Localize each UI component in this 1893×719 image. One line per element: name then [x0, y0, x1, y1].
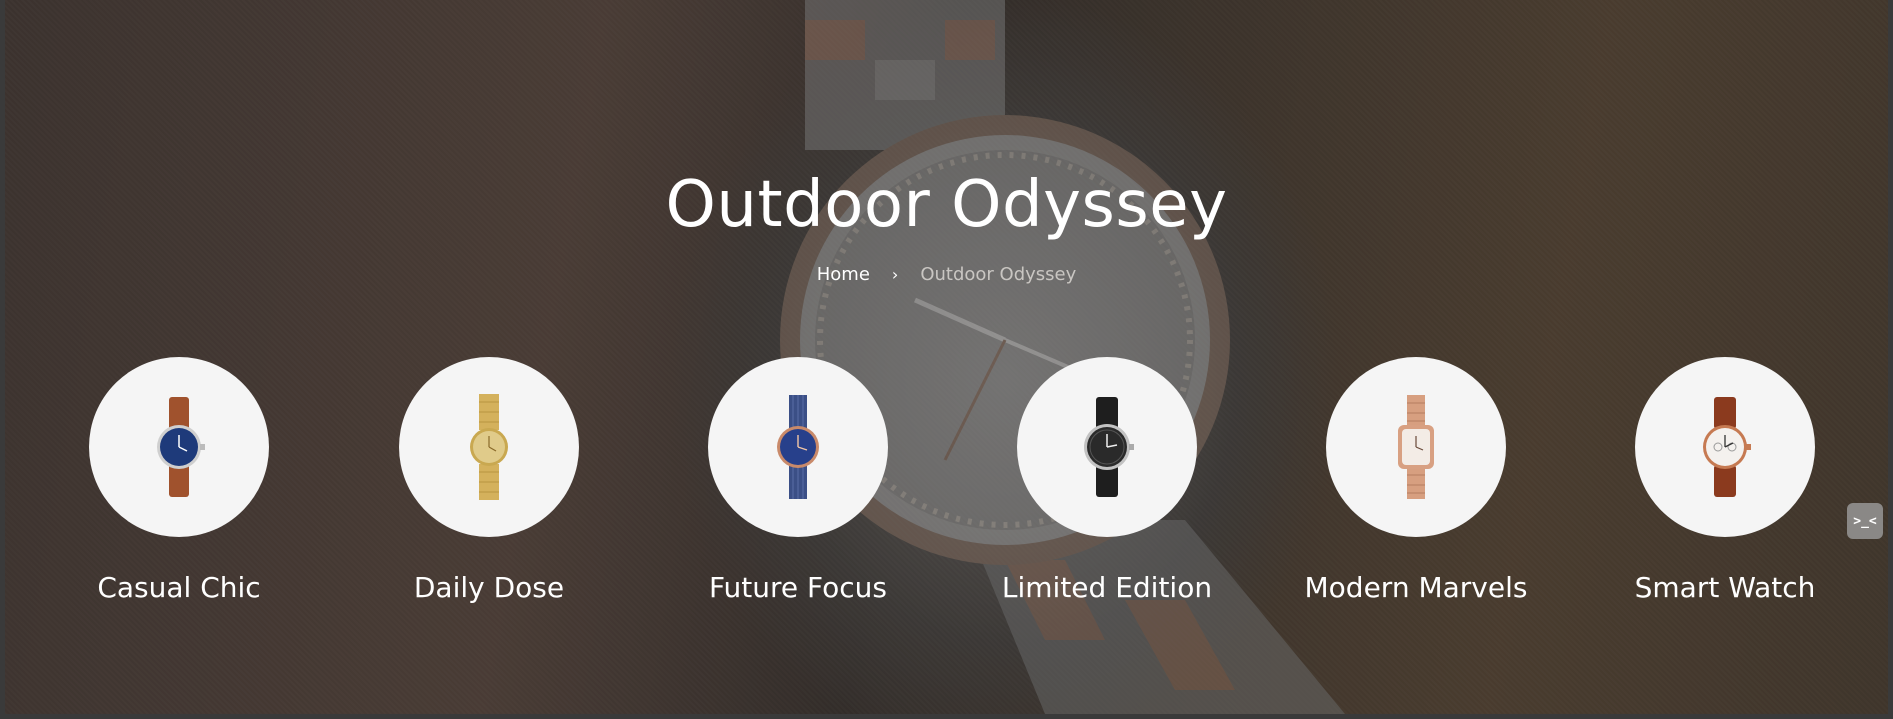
- gold-bracelet-watch-icon: [470, 394, 508, 500]
- window-frame-bottom: [0, 714, 1893, 719]
- black-leather-watch-icon: [1084, 397, 1134, 497]
- category-modern-marvels[interactable]: Modern Marvels: [1286, 357, 1546, 604]
- category-future-focus[interactable]: Future Focus: [668, 357, 928, 604]
- window-frame-right: [1888, 0, 1893, 719]
- category-casual-chic[interactable]: Casual Chic: [49, 357, 309, 604]
- breadcrumb-current: Outdoor Odyssey: [920, 264, 1077, 285]
- blue-mesh-watch-icon: [777, 395, 819, 499]
- breadcrumb: Home › Outdoor Odyssey: [5, 264, 1888, 285]
- category-daily-dose[interactable]: Daily Dose: [359, 357, 619, 604]
- category-thumbnail: [1017, 357, 1197, 537]
- category-label: Daily Dose: [413, 571, 565, 604]
- category-limited-edition[interactable]: Limited Edition: [977, 357, 1237, 604]
- rose-gold-rectangular-watch-icon: [1398, 395, 1434, 499]
- brown-leather-blue-dial-watch-icon: [157, 397, 205, 497]
- brown-leather-chronograph-watch-icon: [1703, 397, 1751, 497]
- category-thumbnail: [1326, 357, 1506, 537]
- category-label: Modern Marvels: [1304, 571, 1528, 604]
- side-widget-button[interactable]: >_<: [1847, 503, 1883, 539]
- category-thumbnail: [1635, 357, 1815, 537]
- category-list: Casual Chic Daily Dose Future Focus Limi…: [5, 357, 1888, 617]
- category-label: Casual Chic: [97, 571, 261, 604]
- category-thumbnail: [708, 357, 888, 537]
- page-title: Outdoor Odyssey: [665, 168, 1228, 242]
- breadcrumb-home-link[interactable]: Home: [817, 264, 870, 285]
- category-label: Limited Edition: [1001, 571, 1213, 604]
- category-smart-watch[interactable]: Smart Watch: [1595, 357, 1855, 604]
- category-thumbnail: [89, 357, 269, 537]
- category-thumbnail: [399, 357, 579, 537]
- chevron-right-icon: ›: [891, 265, 899, 284]
- category-label: Future Focus: [708, 571, 888, 604]
- category-label: Smart Watch: [1634, 571, 1816, 604]
- hero-banner: Outdoor Odyssey Home › Outdoor Odyssey C…: [5, 0, 1888, 714]
